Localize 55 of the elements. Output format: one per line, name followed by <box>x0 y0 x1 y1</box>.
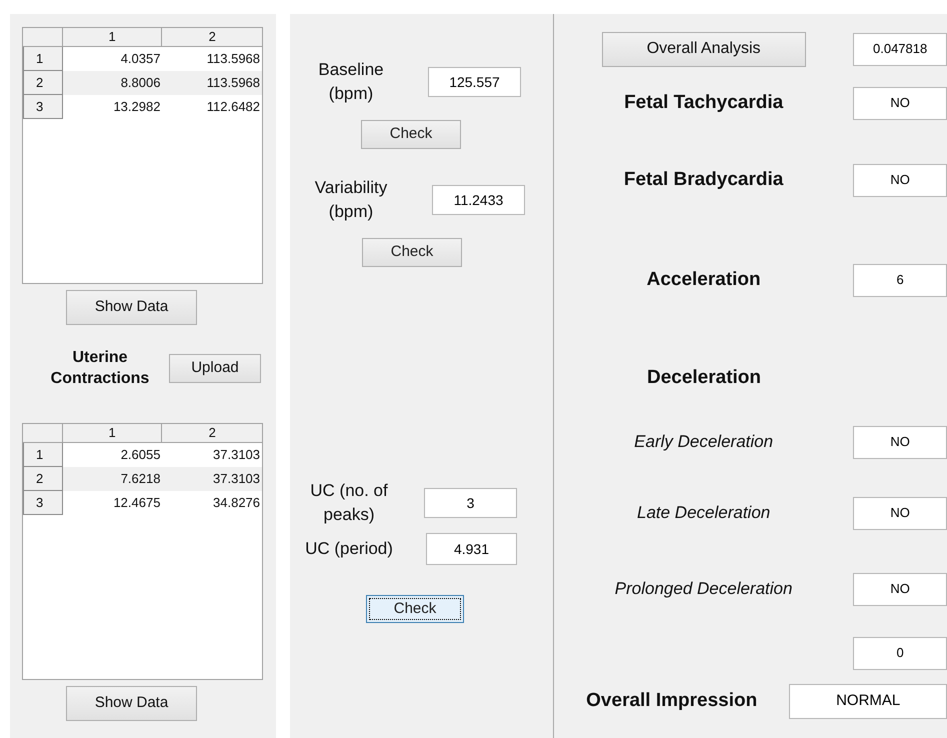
result-label: Acceleration <box>646 268 761 292</box>
result-label: Late Deceleration <box>636 502 770 524</box>
value-field[interactable]: NO <box>853 572 947 606</box>
column-header: 1 <box>62 424 162 442</box>
table-cell-text: 13.2982 <box>112 98 162 116</box>
result-label: Prolonged Deceleration <box>614 578 792 600</box>
value-field[interactable]: 4.931 <box>426 533 517 565</box>
row-header: 1 <box>23 443 63 467</box>
table-cell-text: 4.0357 <box>120 50 162 68</box>
value-field[interactable]: 3 <box>424 488 517 518</box>
uterine-contractions-label: Uterine Contractions <box>50 348 150 389</box>
result-label: Deceleration <box>646 366 762 390</box>
value-field[interactable]: 125.557 <box>428 67 521 97</box>
uc-label: UC (no. of peaks) <box>309 480 389 526</box>
table-cell-text: 112.6482 <box>206 98 262 116</box>
table-cell-text: 113.5968 <box>206 50 262 68</box>
upload-button[interactable]: Upload <box>169 354 261 382</box>
overall-impression-label: Overall Impression <box>585 689 758 714</box>
value-field[interactable]: NO <box>853 426 947 458</box>
table-cell-text: 37.3103 <box>212 470 262 488</box>
result-label: Fetal Tachycardia <box>624 90 784 115</box>
value-field[interactable]: NO <box>853 164 947 196</box>
table-cell-text: 113.5968 <box>206 74 262 92</box>
table-cell-text: 2.6055 <box>120 446 162 464</box>
check-button[interactable]: Check <box>366 595 464 623</box>
value-field[interactable]: 11.2433 <box>432 185 525 215</box>
check-button[interactable]: Check <box>361 120 461 149</box>
row-header: 2 <box>23 467 63 491</box>
column-header: 2 <box>208 424 217 442</box>
value-field[interactable]: NO <box>853 86 947 120</box>
column-header: 2 <box>208 28 217 46</box>
row-header: 2 <box>23 71 63 95</box>
value-field[interactable]: NO <box>853 496 947 530</box>
table-cell-text: 37.3103 <box>212 446 262 464</box>
overall-analysis-button[interactable]: Overall Analysis <box>602 32 806 66</box>
value-field[interactable]: 6 <box>853 264 947 296</box>
table-cell-text: 12.4675 <box>112 494 162 512</box>
table-cell-text: 34.8276 <box>212 494 262 512</box>
column-header: 1 <box>62 28 162 46</box>
result-label: Early Deceleration <box>634 431 774 454</box>
uc-label: UC (period) <box>304 538 394 560</box>
check-button[interactable]: Check <box>362 238 462 267</box>
row-header: 3 <box>23 491 63 515</box>
result-label: Fetal Bradycardia <box>624 168 784 192</box>
value-field[interactable]: 0.047818 <box>853 32 947 66</box>
show-data-button[interactable]: Show Data <box>66 290 197 325</box>
measure-label: Baseline (bpm) <box>317 59 385 105</box>
value-field[interactable]: 0 <box>853 636 947 670</box>
show-data-button[interactable]: Show Data <box>66 686 197 721</box>
table-cell-text: 7.6218 <box>120 470 162 488</box>
table-cell-text: 8.8006 <box>120 74 162 92</box>
row-header: 3 <box>23 95 63 119</box>
value-field[interactable]: NORMAL <box>789 684 947 719</box>
measure-label: Variability (bpm) <box>314 177 388 223</box>
row-header: 1 <box>23 47 63 71</box>
